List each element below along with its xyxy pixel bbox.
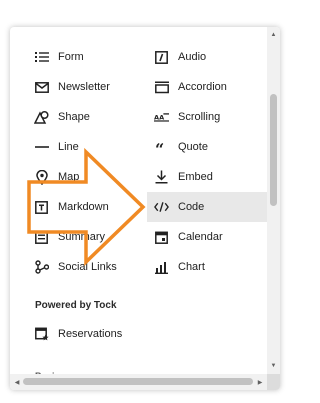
block-item-label: Newsletter — [58, 81, 110, 93]
scroll-down-arrow-icon[interactable]: ▼ — [267, 360, 280, 372]
scroll-right-arrow-icon[interactable]: ▶ — [254, 376, 266, 388]
svg-text:“: “ — [155, 142, 164, 153]
shape-icon — [34, 110, 49, 125]
block-item-label: Summary — [58, 231, 106, 243]
line-icon — [34, 140, 49, 155]
block-item-label: Calendar — [178, 231, 223, 243]
block-item-label: Quote — [178, 141, 208, 153]
section-title: Powered by Tock — [35, 300, 117, 311]
scroll-up-arrow-icon[interactable]: ▲ — [267, 29, 280, 41]
vertical-scrollbar[interactable]: ▲ ▼ — [267, 27, 280, 374]
block-item-reservations[interactable]: Reservations — [34, 319, 154, 349]
block-item-label: Form — [58, 51, 84, 63]
block-item-label: Accordion — [178, 81, 227, 93]
block-item-label: Embed — [178, 171, 213, 183]
accordion-icon — [154, 80, 169, 95]
reservations-icon — [34, 327, 49, 342]
block-item-line[interactable]: Line — [34, 132, 154, 162]
block-item-label: Markdown — [58, 201, 109, 213]
block-item-scrolling[interactable]: AA Scrolling — [150, 102, 269, 132]
quote-icon: “ — [154, 140, 169, 155]
block-item-calendar[interactable]: Calendar — [150, 222, 269, 252]
mail-icon — [34, 80, 49, 95]
list-icon — [34, 50, 49, 65]
block-picker-panel: Form Newsletter Shape Line Map Markdown — [10, 27, 280, 390]
block-item-label: Chart — [178, 261, 205, 273]
block-item-markdown[interactable]: Markdown — [34, 192, 154, 222]
map-pin-icon — [34, 169, 49, 185]
block-item-label: Line — [58, 141, 79, 153]
vertical-scroll-thumb[interactable] — [270, 94, 277, 206]
scrolling-icon: AA — [154, 110, 169, 125]
block-item-label: Shape — [58, 111, 90, 123]
block-item-summary[interactable]: Summary — [34, 222, 154, 252]
summary-icon — [34, 230, 49, 245]
social-links-icon — [34, 260, 49, 275]
scrollbar-corner — [267, 374, 280, 390]
block-item-map[interactable]: Map — [34, 162, 154, 192]
audio-icon — [154, 50, 169, 65]
block-item-label: Scrolling — [178, 111, 221, 123]
block-item-audio[interactable]: Audio — [150, 42, 269, 72]
block-item-shape[interactable]: Shape — [34, 102, 154, 132]
block-item-code[interactable]: Code — [147, 192, 271, 222]
markdown-icon — [34, 200, 49, 215]
block-item-quote[interactable]: “ Quote — [150, 132, 269, 162]
calendar-icon — [154, 230, 169, 245]
block-item-label: Social Links — [58, 261, 117, 273]
horizontal-scrollbar[interactable]: ◀ ▶ — [10, 374, 267, 390]
block-item-accordion[interactable]: Accordion — [150, 72, 269, 102]
block-item-form[interactable]: Form — [34, 42, 154, 72]
block-item-label: Code — [178, 201, 205, 213]
block-item-label: Audio — [178, 51, 207, 63]
scroll-left-arrow-icon[interactable]: ◀ — [11, 376, 23, 388]
block-item-label: Reservations — [58, 328, 123, 340]
horizontal-scroll-thumb[interactable] — [23, 378, 253, 385]
embed-icon — [154, 170, 169, 185]
block-item-label: Map — [58, 171, 80, 183]
code-icon — [154, 200, 169, 215]
block-item-newsletter[interactable]: Newsletter — [34, 72, 154, 102]
chart-icon — [154, 260, 169, 275]
block-item-social-links[interactable]: Social Links — [34, 252, 154, 282]
block-item-embed[interactable]: Embed — [150, 162, 269, 192]
block-item-chart[interactable]: Chart — [150, 252, 269, 282]
